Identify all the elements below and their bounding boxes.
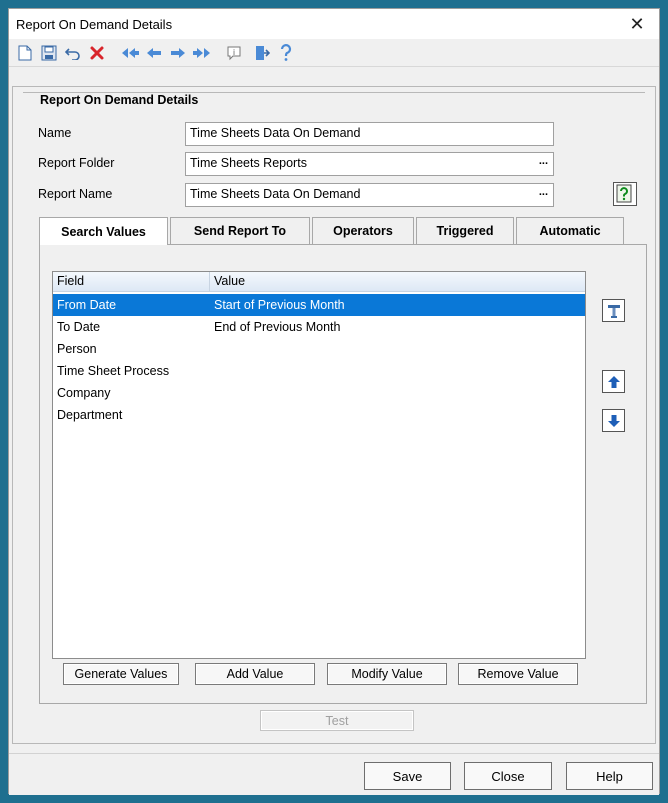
tab-label: Send Report To [193,224,287,238]
name-field[interactable]: Time Sheets Data On Demand [185,122,554,146]
report-folder-browse-button[interactable]: ... [539,155,548,167]
search-values-grid[interactable]: Field Value From Date Start of Previous M… [52,271,586,659]
first-record-icon[interactable] [121,44,139,62]
tab-send-report-to[interactable]: Send Report To [170,217,310,244]
window-title: Report On Demand Details [16,17,173,32]
cell-field: Company [57,386,111,400]
dialog-footer: Save Close Help [9,753,659,795]
cell-value: End of Previous Month [214,320,341,334]
report-name-label: Report Name [38,187,113,201]
group-title: Report On Demand Details [36,93,203,107]
button-label: Remove Value [477,667,559,681]
close-icon[interactable]: ✕ [623,11,651,37]
edit-value-button[interactable] [602,299,625,322]
report-folder-label: Report Folder [38,156,115,170]
info-icon[interactable]: i [225,44,243,62]
previous-record-icon[interactable] [145,44,163,62]
cell-field: To Date [57,320,101,334]
report-folder-value: Time Sheets Reports [190,156,307,170]
add-value-button[interactable]: Add Value [195,663,315,685]
button-label: Add Value [226,667,284,681]
column-divider[interactable] [209,272,210,292]
tab-label: Triggered [436,224,494,238]
report-name-browse-button[interactable]: ... [539,186,548,198]
cell-value: Start of Previous Month [214,298,345,312]
tab-operators[interactable]: Operators [312,217,414,244]
move-up-button[interactable] [602,370,625,393]
move-down-button[interactable] [602,409,625,432]
button-label: Save [392,768,423,784]
close-button[interactable]: Close [464,762,552,790]
button-label: Test [325,713,349,728]
test-button[interactable]: Test [260,710,414,731]
generate-values-button[interactable]: Generate Values [63,663,179,685]
help-button[interactable]: Help [566,762,653,790]
remove-value-button[interactable]: Remove Value [458,663,578,685]
cell-field: Department [57,408,123,422]
column-header-value[interactable]: Value [214,274,245,288]
next-record-icon[interactable] [169,44,187,62]
exit-icon[interactable] [253,44,271,62]
cell-field: From Date [57,298,117,312]
tab-search-values[interactable]: Search Values [39,217,168,245]
table-row[interactable]: Time Sheet Process [53,360,585,382]
table-row[interactable]: Person [53,338,585,360]
delete-icon[interactable] [88,44,106,62]
tab-label: Automatic [539,224,601,238]
grid-header: Field Value [53,272,585,292]
tab-triggered[interactable]: Triggered [416,217,514,244]
undo-icon[interactable] [64,44,82,62]
save-button[interactable]: Save [364,762,451,790]
column-header-field[interactable]: Field [57,274,84,288]
table-row[interactable]: To Date End of Previous Month [53,316,585,338]
report-on-demand-window: Report On Demand Details ✕ i Report On D… [8,8,660,795]
button-label: Close [491,768,525,784]
toolbar: i [9,39,659,67]
help-icon[interactable] [277,44,295,62]
button-label: Modify Value [351,667,423,681]
tab-label: Search Values [61,224,146,239]
cell-field: Person [57,342,97,356]
tab-automatic[interactable]: Automatic [516,217,624,244]
table-row[interactable]: Company [53,382,585,404]
button-label: Generate Values [74,667,168,681]
new-document-icon[interactable] [16,44,34,62]
name-value: Time Sheets Data On Demand [190,126,361,140]
name-label: Name [38,126,72,140]
tab-label: Operators [333,224,393,238]
report-name-field[interactable]: Time Sheets Data On Demand ... [185,183,554,207]
table-row[interactable]: Department [53,404,585,426]
svg-text:i: i [233,48,235,57]
save-icon[interactable] [40,44,58,62]
modify-value-button[interactable]: Modify Value [327,663,447,685]
report-name-value: Time Sheets Data On Demand [190,187,361,201]
title-bar: Report On Demand Details ✕ [9,9,659,39]
report-folder-field[interactable]: Time Sheets Reports ... [185,152,554,176]
button-label: Help [596,768,623,784]
cell-field: Time Sheet Process [57,364,170,378]
table-row[interactable]: From Date Start of Previous Month [53,294,585,316]
last-record-icon[interactable] [193,44,211,62]
report-help-icon[interactable] [613,182,637,206]
